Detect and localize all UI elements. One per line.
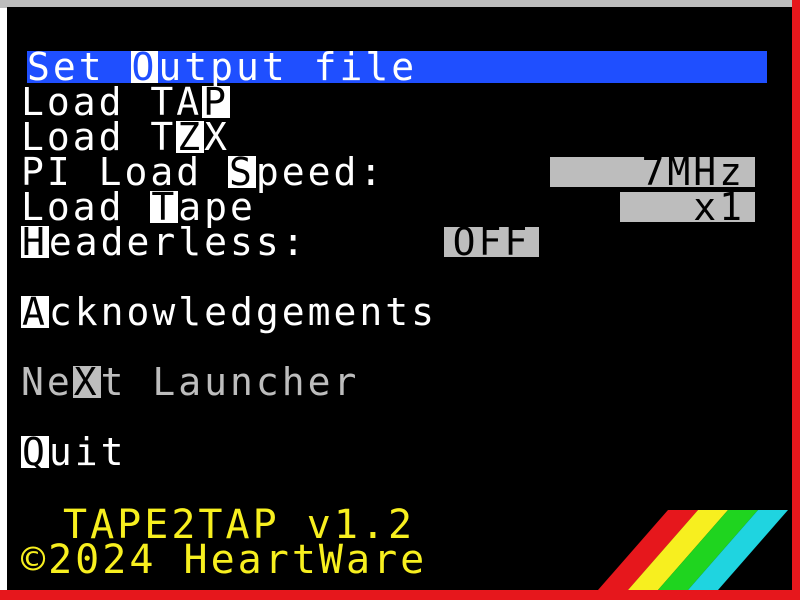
hotkey-a: A [21, 290, 49, 334]
menu-item-load-tzx[interactable]: Load TZX [21, 115, 231, 159]
menu-item-set-output-file[interactable]: Set Output file [27, 45, 767, 89]
menu-item-text: ape [178, 185, 256, 229]
hotkey-o: O [130, 45, 159, 89]
menu-item-text: Load [21, 185, 151, 229]
menu-item-text: X [204, 115, 231, 159]
menu-item-text: t Launcher [100, 360, 360, 404]
hotkey-s: S [228, 150, 256, 194]
menu-item-text: uit [48, 430, 127, 474]
menu-item-acknowledgements[interactable]: Acknowledgements [21, 290, 438, 334]
copyright-label: ©2024 HeartWare [21, 537, 428, 583]
menu-item-text: Load T [21, 115, 177, 159]
right-border [792, 0, 800, 600]
pi-load-speed-value[interactable]: 7MHz [550, 153, 755, 191]
rainbow-stripes-logo [598, 510, 788, 590]
hotkey-t: T [150, 185, 179, 229]
headerless-value[interactable]: OFF [444, 223, 539, 261]
menu-item-text: eaderless: [48, 220, 308, 264]
menu-item-load-tap[interactable]: Load TA P [21, 80, 231, 124]
menu-item-quit[interactable]: Quit [21, 430, 127, 474]
hotkey-q: Q [21, 430, 49, 474]
bottom-border [0, 590, 800, 600]
menu-item-text: cknowledgements [48, 290, 438, 334]
load-tape-speed-value[interactable]: x1 [620, 188, 755, 226]
hotkey-x: X [72, 360, 101, 404]
spectrum-screen: Set Output file Load TA P Load TZX PI Loa… [7, 7, 793, 590]
hotkey-z: Z [176, 115, 205, 159]
menu-item-load-tape[interactable]: Load Tape [21, 185, 256, 229]
menu-item-pi-load-speed[interactable]: PI Load Speed: [21, 150, 386, 194]
menu-item-text: Load TA [21, 80, 203, 124]
menu-item-text: Ne [21, 360, 73, 404]
menu-item-text: peed: [255, 150, 386, 194]
menu-item-text: Set [27, 45, 131, 89]
menu-item-text: utput file [158, 45, 418, 89]
menu-item-next-launcher[interactable]: Ne Xt Launcher [21, 360, 360, 404]
hotkey-h: H [21, 220, 49, 264]
menu-item-headerless[interactable]: Headerless: [21, 220, 308, 264]
menu-item-text: PI Load [21, 150, 229, 194]
hotkey-p: P [202, 80, 231, 124]
